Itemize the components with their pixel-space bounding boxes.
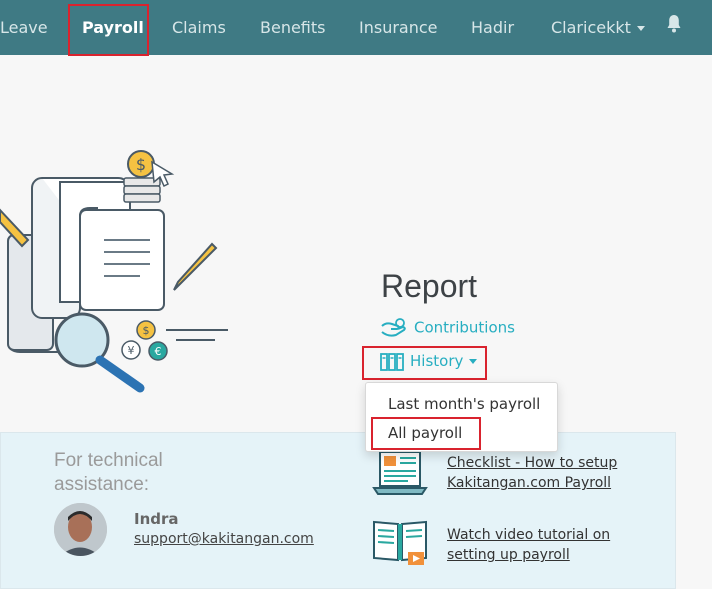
report-title: Report	[381, 268, 478, 304]
chevron-down-icon	[636, 26, 645, 31]
person-photo-icon	[54, 503, 107, 556]
nav-item-insurance[interactable]: Insurance	[359, 0, 438, 55]
nav-item-claims[interactable]: Claims	[172, 0, 226, 55]
svg-text:¥: ¥	[128, 344, 135, 357]
contributions-link[interactable]: Contributions	[380, 318, 515, 338]
svg-text:€: €	[155, 345, 162, 358]
menu-item-last-months-payroll[interactable]: Last month's payroll	[388, 395, 540, 413]
laptop-checklist-icon	[372, 451, 428, 495]
user-name-label: Claricekkt	[551, 18, 631, 37]
contact-name: Indra	[134, 510, 179, 528]
video-tutorial-link[interactable]: Watch video tutorial on setting up payro…	[447, 525, 647, 565]
payroll-documents-illustration: $ $ ¥ €	[0, 150, 228, 393]
bell-icon[interactable]	[666, 14, 682, 34]
nav-item-leave[interactable]: Leave	[0, 0, 48, 55]
hand-coin-icon	[381, 318, 406, 337]
avatar	[54, 503, 107, 556]
book-video-icon	[373, 520, 427, 565]
contributions-label: Contributions	[414, 318, 515, 337]
all-payroll-highlight-box	[371, 417, 481, 450]
history-highlight-box	[362, 346, 487, 380]
payroll-highlight-box	[68, 4, 149, 56]
nav-item-benefits[interactable]: Benefits	[260, 0, 326, 55]
svg-text:$: $	[136, 155, 146, 174]
nav-item-hadir[interactable]: Hadir	[471, 0, 514, 55]
svg-text:$: $	[143, 324, 150, 337]
nav-item-user-menu[interactable]: Claricekkt	[551, 0, 645, 55]
help-heading: For technical assistance:	[54, 450, 163, 495]
support-email-link[interactable]: support@kakitangan.com	[134, 531, 314, 547]
checklist-setup-link[interactable]: Checklist - How to setup Kakitangan.com …	[447, 453, 647, 493]
